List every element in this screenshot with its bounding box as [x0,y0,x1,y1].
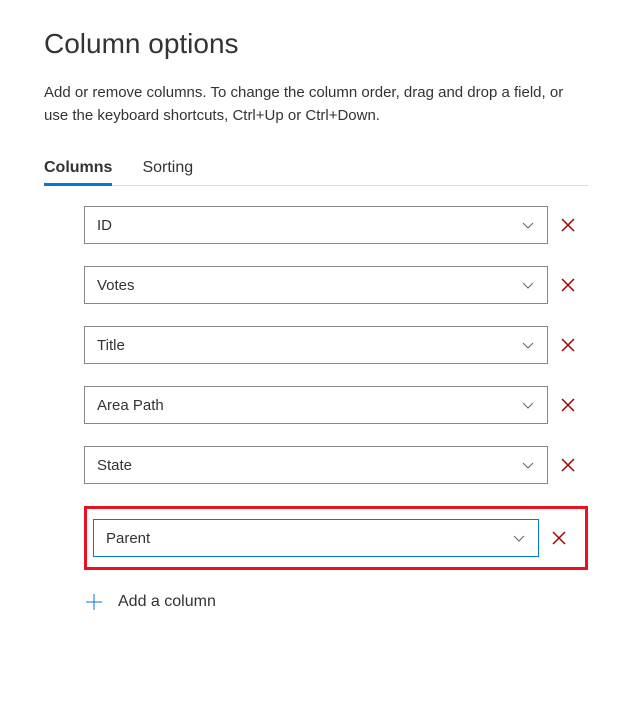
remove-column-button[interactable] [548,337,588,353]
column-select[interactable]: ID [84,206,548,244]
close-icon [560,217,576,233]
column-row: State [84,446,588,484]
remove-column-button[interactable] [548,277,588,293]
remove-column-button[interactable] [548,457,588,473]
column-select[interactable]: Title [84,326,548,364]
column-value: State [97,457,132,474]
column-select[interactable]: Votes [84,266,548,304]
column-select[interactable]: Area Path [84,386,548,424]
tab-columns[interactable]: Columns [44,159,112,186]
column-value: Votes [97,277,135,294]
column-value: Title [97,337,125,354]
close-icon [551,530,567,546]
close-icon [560,277,576,293]
page-title: Column options [44,28,588,60]
column-row: Title [84,326,588,364]
plus-icon [84,592,104,612]
add-column-label: Add a column [118,593,216,611]
chevron-down-icon [512,531,526,545]
column-row: ID [84,206,588,244]
column-list: ID Votes Title [44,206,588,612]
remove-column-button[interactable] [548,397,588,413]
column-value: Area Path [97,397,164,414]
column-row: Votes [84,266,588,304]
chevron-down-icon [521,458,535,472]
tabs-container: Columns Sorting [44,159,588,186]
chevron-down-icon [521,398,535,412]
column-value: Parent [106,530,150,547]
chevron-down-icon [521,338,535,352]
column-row: Area Path [84,386,588,424]
highlight-annotation: Parent [84,506,588,570]
add-column-button[interactable]: Add a column [84,592,588,612]
close-icon [560,397,576,413]
chevron-down-icon [521,278,535,292]
remove-column-button[interactable] [539,530,579,546]
chevron-down-icon [521,218,535,232]
page-description: Add or remove columns. To change the col… [44,82,588,127]
column-select[interactable]: State [84,446,548,484]
tab-sorting[interactable]: Sorting [142,159,193,185]
remove-column-button[interactable] [548,217,588,233]
column-value: ID [97,217,112,234]
column-row: Parent [93,519,579,557]
close-icon [560,457,576,473]
column-select[interactable]: Parent [93,519,539,557]
close-icon [560,337,576,353]
